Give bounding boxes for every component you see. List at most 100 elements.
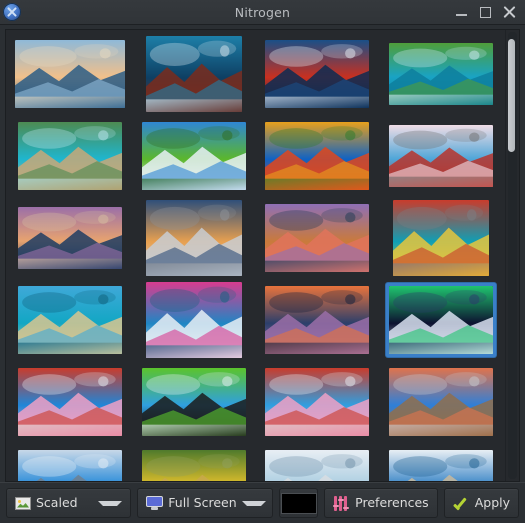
- thumbnail-image: [17, 450, 122, 481]
- thumbnail-frame: [262, 365, 372, 439]
- thumbnail-frame: [386, 40, 496, 108]
- wallpaper-thumbnail[interactable]: [379, 443, 503, 481]
- title-bar: Nitrogen: [0, 0, 525, 25]
- thumbnail-frame: [15, 204, 125, 272]
- wallpaper-thumbnail[interactable]: [132, 115, 256, 197]
- thumbnail-image: [145, 282, 242, 358]
- thumbnail-image: [17, 368, 122, 436]
- thumbnail-image: [14, 40, 125, 108]
- scale-mode-dropdown[interactable]: Scaled: [6, 488, 132, 518]
- wallpaper-thumbnail[interactable]: [379, 361, 503, 443]
- chevron-down-icon: [241, 500, 266, 506]
- thumbnail-image: [265, 450, 370, 481]
- thumbnail-image: [265, 368, 370, 436]
- thumbnail-image: [265, 286, 370, 354]
- sliders-icon: [332, 495, 350, 511]
- preferences-label: Preferences: [355, 494, 429, 510]
- thumbnail-image: [17, 122, 122, 190]
- wallpaper-thumbnail[interactable]: [256, 33, 380, 115]
- picture-icon: [15, 496, 31, 510]
- color-preview: [280, 492, 317, 514]
- bottom-toolbar: Scaled Full Screen Preferences Apply: [0, 482, 525, 523]
- thumbnail-image: [141, 368, 246, 436]
- vertical-scrollbar[interactable]: [505, 30, 519, 481]
- thumbnail-frame: [15, 119, 125, 193]
- wallpaper-thumbnail[interactable]: [256, 361, 380, 443]
- wallpaper-thumbnail[interactable]: [8, 115, 132, 197]
- apply-label: Apply: [474, 494, 510, 510]
- apply-button[interactable]: Apply: [443, 488, 519, 518]
- thumbnail-image: [389, 450, 494, 481]
- main-content: [0, 25, 525, 482]
- thumbnail-frame: [262, 447, 372, 481]
- wallpaper-grid-scroll: [6, 30, 505, 481]
- thumbnail-frame: [143, 279, 245, 361]
- thumbnail-image: [17, 286, 122, 354]
- wallpaper-thumbnail[interactable]: [132, 279, 256, 361]
- minimize-icon[interactable]: [455, 6, 468, 19]
- wallpaper-thumbnail[interactable]: [256, 115, 380, 197]
- wallpaper-thumbnail[interactable]: [379, 279, 503, 361]
- monitor-icon: [146, 496, 164, 510]
- thumbnail-image: [17, 207, 122, 269]
- thumbnail-image: [389, 286, 494, 354]
- thumbnail-frame: [386, 122, 496, 190]
- thumbnail-image: [389, 125, 494, 187]
- thumbnail-image: [141, 450, 246, 481]
- wallpaper-thumbnail[interactable]: [256, 279, 380, 361]
- thumbnail-frame: [139, 447, 249, 481]
- wallpaper-thumbnail[interactable]: [8, 33, 132, 115]
- maximize-icon[interactable]: [479, 6, 492, 19]
- nitrogen-window: Nitrogen Scaled Full Screen Preferences …: [0, 0, 525, 523]
- thumbnail-image: [141, 122, 246, 190]
- window-title: Nitrogen: [234, 4, 291, 20]
- thumbnail-frame: [143, 33, 245, 115]
- wallpaper-thumbnail[interactable]: [132, 361, 256, 443]
- thumbnail-image: [265, 122, 370, 190]
- thumbnail-frame: [262, 201, 372, 275]
- thumbnail-frame: [262, 119, 372, 193]
- preferences-button[interactable]: Preferences: [324, 488, 438, 518]
- wallpaper-thumbnail[interactable]: [379, 197, 503, 279]
- thumbnail-frame: [262, 283, 372, 357]
- wallpaper-thumbnail[interactable]: [256, 197, 380, 279]
- wallpaper-grid-panel: [5, 29, 520, 482]
- thumbnail-frame: [15, 365, 125, 439]
- wallpaper-thumbnail[interactable]: [132, 197, 256, 279]
- thumbnail-image: [389, 368, 494, 436]
- wallpaper-thumbnail[interactable]: [8, 361, 132, 443]
- wallpaper-thumbnail[interactable]: [132, 443, 256, 481]
- scale-mode-label: Scaled: [36, 494, 78, 510]
- wallpaper-thumbnail[interactable]: [379, 33, 503, 115]
- nitrogen-logo-icon: [3, 3, 21, 21]
- thumbnail-frame: [143, 197, 245, 279]
- chevron-down-icon: [98, 500, 123, 506]
- wallpaper-grid: [6, 30, 505, 481]
- scrollbar-thumb[interactable]: [508, 39, 515, 152]
- thumbnail-frame: [15, 447, 125, 481]
- thumbnail-frame: [12, 37, 128, 111]
- thumbnail-frame: [15, 283, 125, 357]
- thumbnail-frame: [390, 197, 492, 279]
- wallpaper-thumbnail[interactable]: [8, 197, 132, 279]
- wallpaper-thumbnail[interactable]: [132, 33, 256, 115]
- thumbnail-frame: [386, 283, 497, 357]
- thumbnail-frame: [386, 365, 496, 439]
- thumbnail-image: [265, 40, 370, 108]
- wallpaper-thumbnail[interactable]: [379, 115, 503, 197]
- thumbnail-image: [145, 200, 242, 276]
- check-icon: [453, 496, 470, 510]
- thumbnail-frame: [139, 119, 249, 193]
- thumbnail-image: [393, 200, 490, 276]
- thumbnail-frame: [262, 37, 372, 111]
- wallpaper-thumbnail[interactable]: [256, 443, 380, 481]
- thumbnail-frame: [139, 365, 249, 439]
- wallpaper-thumbnail[interactable]: [8, 279, 132, 361]
- thumbnail-image: [265, 204, 370, 272]
- wallpaper-thumbnail[interactable]: [8, 443, 132, 481]
- window-controls: [455, 6, 525, 19]
- display-target-dropdown[interactable]: Full Screen: [137, 488, 274, 518]
- thumbnail-frame: [386, 447, 496, 481]
- background-color-swatch[interactable]: [279, 488, 319, 518]
- close-icon[interactable]: [503, 6, 516, 19]
